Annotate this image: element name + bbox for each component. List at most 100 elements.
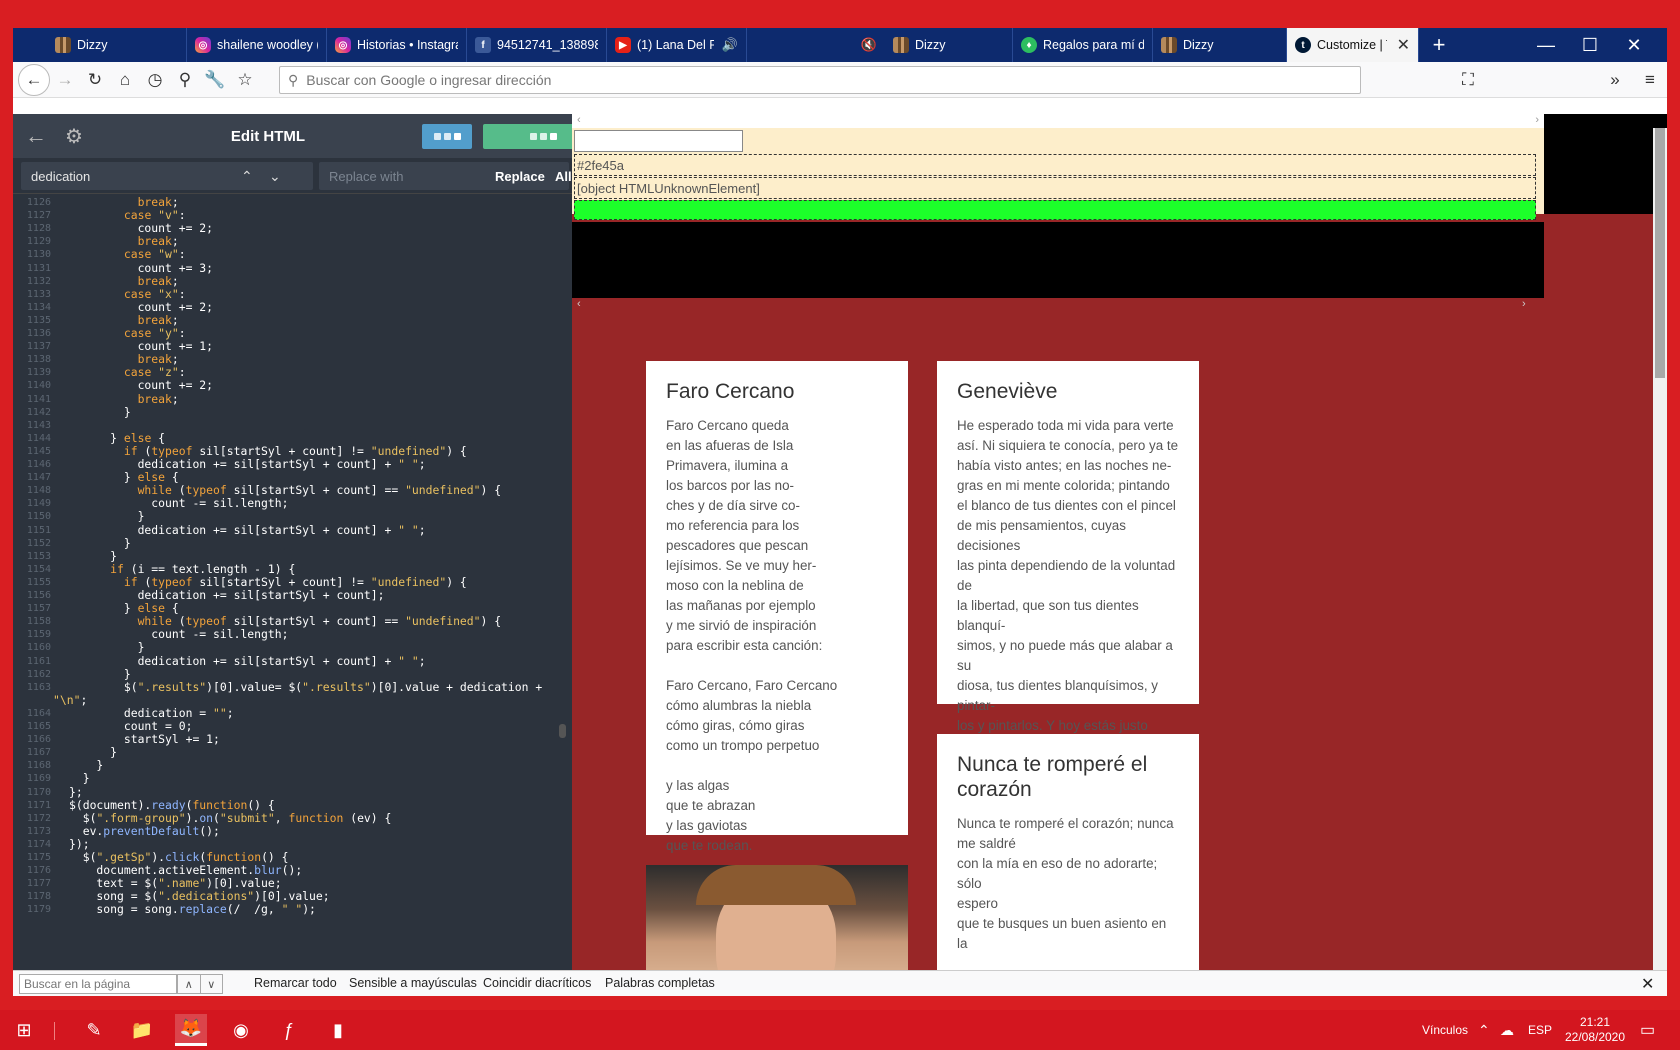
preview-green-bar [574, 200, 1536, 220]
preview-text-input[interactable] [574, 130, 743, 152]
line-number: 1175 [26, 852, 51, 863]
tray-chevron-icon[interactable]: ⌃ [1478, 1010, 1490, 1050]
match-case-option[interactable]: Sensible a mayúsculas [349, 976, 477, 990]
muted-speaker-icon[interactable]: 🔇 [861, 37, 877, 53]
match-diacritics-option[interactable]: Coincidir diacríticos [483, 976, 591, 990]
preview-mid-scrollbar[interactable]: ‹ › [572, 298, 1544, 310]
file-explorer-icon[interactable]: 📁 [126, 1014, 158, 1046]
windows-start-icon[interactable]: ⊞ [8, 1014, 40, 1046]
clock[interactable]: 21:21 22/08/2020 [1560, 1010, 1630, 1050]
editor-layout-button[interactable] [422, 124, 472, 149]
editor-back-arrow-icon[interactable]: ← [21, 121, 51, 151]
find-next-chevron-icon[interactable]: ⌄ [269, 168, 281, 185]
editor-find-input[interactable]: dedication ⌃ ⌄ [21, 162, 313, 190]
line-number: 1155 [26, 576, 51, 588]
reader-view-icon[interactable]: ⛶ [1453, 65, 1483, 95]
overflow-chevron-icon[interactable]: » [1600, 65, 1630, 95]
scroll-right-icon[interactable]: › [1535, 114, 1539, 126]
line-number: 1167 [26, 747, 51, 759]
editor-save-button[interactable] [483, 124, 572, 149]
close-findbar-icon[interactable]: ✕ [1641, 974, 1654, 994]
bookmark-star-icon[interactable]: ☆ [230, 65, 260, 95]
tab-label: Customize | Tu [1317, 38, 1387, 52]
find-in-page-input[interactable]: Buscar en la página [19, 974, 177, 994]
scroll-left-icon[interactable]: ‹ [577, 298, 581, 310]
preview-scrollbar-thumb[interactable] [1655, 128, 1665, 378]
find-up-icon[interactable]: ∧ [178, 975, 201, 993]
line-number: 1161 [26, 655, 51, 667]
network-icon[interactable]: ☁ [1500, 1010, 1514, 1050]
find-previous-chevron-icon[interactable]: ⌃ [241, 168, 253, 185]
editor-gear-icon[interactable]: ⚙ [59, 121, 89, 151]
speaker-icon[interactable]: 🔊 [722, 37, 738, 53]
tab-label: 94512741_1388989 [497, 38, 598, 52]
find-down-icon[interactable]: ∨ [201, 975, 223, 993]
tab-dizzy-1[interactable]: Dizzy [47, 28, 187, 62]
tab-label: Dizzy [77, 38, 108, 52]
color-value: #2fe45a [577, 157, 624, 173]
search-icon[interactable]: ⚲ [170, 65, 200, 95]
home-icon[interactable]: ⌂ [110, 65, 140, 95]
line-number: 1139 [26, 367, 51, 379]
maximize-icon[interactable]: ☐ [1568, 28, 1612, 62]
notifications-icon[interactable]: ▭ [1640, 1010, 1655, 1050]
code-line: } [69, 640, 145, 655]
forward-arrow-icon[interactable]: → [50, 65, 80, 95]
close-window-icon[interactable]: ✕ [1612, 28, 1656, 62]
history-clock-icon[interactable]: ◷ [140, 65, 170, 95]
whole-words-option[interactable]: Palabras completas [605, 976, 715, 990]
post-title[interactable]: Faro Cercano [666, 379, 888, 404]
tab-evernote-regalos[interactable]: ♦ Regalos para mí de [1013, 28, 1153, 62]
line-number: 1132 [26, 275, 51, 287]
url-bar[interactable]: ⚲ Buscar con Google o ingresar dirección [279, 66, 1361, 94]
scroll-right-icon[interactable]: › [1522, 298, 1526, 310]
audio-app-icon[interactable]: ▮ [322, 1014, 354, 1046]
language-indicator[interactable]: ESP [1528, 1010, 1552, 1050]
tab-dizzy-2[interactable]: Dizzy [885, 28, 1013, 62]
new-tab-button[interactable]: + [1419, 28, 1459, 62]
post-body: Faro Cercano queda en las afueras de Isl… [666, 418, 838, 853]
find-arrows: ∧ ∨ [177, 974, 223, 994]
replace-all-button[interactable]: All [555, 169, 572, 184]
editor-title: Edit HTML [230, 127, 306, 145]
tab-strip: Dizzy ◎ shailene woodley ( ◎ Historias • I… [13, 28, 1667, 62]
back-arrow-icon[interactable]: ← [18, 63, 50, 96]
tab-instagram-historias[interactable]: ◎ Historias • Instagra [327, 28, 467, 62]
line-number: 1151 [26, 524, 51, 536]
line-number: 1136 [26, 328, 51, 339]
minimize-icon[interactable]: — [1524, 28, 1568, 62]
chrome-icon[interactable]: ◉ [225, 1014, 257, 1046]
tab-facebook-image[interactable]: f 94512741_1388989 [467, 28, 607, 62]
close-tab-icon[interactable]: ✕ [1397, 35, 1410, 55]
youtube-favicon-icon: ▶ [615, 37, 631, 53]
clock-time: 21:21 [1579, 1015, 1611, 1029]
firefox-icon[interactable]: 🦊 [175, 1014, 207, 1046]
tab-dizzy-3[interactable]: Dizzy [1153, 28, 1287, 62]
hamburger-menu-icon[interactable]: ≡ [1635, 65, 1665, 95]
blog-preview: ‹ › #2fe45a [object HTMLUnknownElement] ‹… [572, 114, 1667, 970]
tab-instagram-shailene[interactable]: ◎ shailene woodley ( [187, 28, 327, 62]
tab-tumblr-customize[interactable]: t Customize | Tu ✕ [1287, 28, 1419, 62]
evernote-favicon-icon: ♦ [1021, 37, 1037, 53]
reload-icon[interactable]: ↻ [80, 65, 110, 95]
tab-youtube-lana[interactable]: ▶ (1) Lana Del Re 🔊 [607, 28, 747, 62]
highlight-all-option[interactable]: Remarcar todo [254, 976, 337, 990]
post-title[interactable]: Geneviève [957, 379, 1179, 404]
code-line: dedication += sil[startSyl + count] + " … [69, 653, 426, 668]
wrench-icon[interactable]: 🔧 [200, 65, 230, 95]
flash-icon[interactable]: ƒ [273, 1014, 305, 1046]
preview-vertical-scrollbar[interactable] [1653, 128, 1667, 970]
editor-replace-input[interactable]: Replace with Replace All [319, 162, 572, 190]
scroll-left-icon[interactable]: ‹ [577, 114, 581, 126]
post-card-nunca: Nunca te romperé el corazón Nunca te rom… [937, 734, 1199, 970]
post-photo[interactable] [646, 865, 908, 970]
links-toolbar-label[interactable]: Vínculos [1422, 1010, 1468, 1050]
pinned-app-icon[interactable]: ✎ [78, 1014, 110, 1046]
line-number: 1160 [26, 642, 51, 654]
code-scrollbar-thumb[interactable] [559, 724, 566, 738]
post-title[interactable]: Nunca te romperé el corazón [957, 752, 1179, 802]
code-area[interactable]: 1126 break; 1127 case "v": 1128 count += 2… [13, 195, 572, 970]
code-line: } [69, 771, 90, 786]
preview-top-scrollbar[interactable]: ‹ › [572, 114, 1544, 128]
replace-button[interactable]: Replace [495, 169, 545, 184]
